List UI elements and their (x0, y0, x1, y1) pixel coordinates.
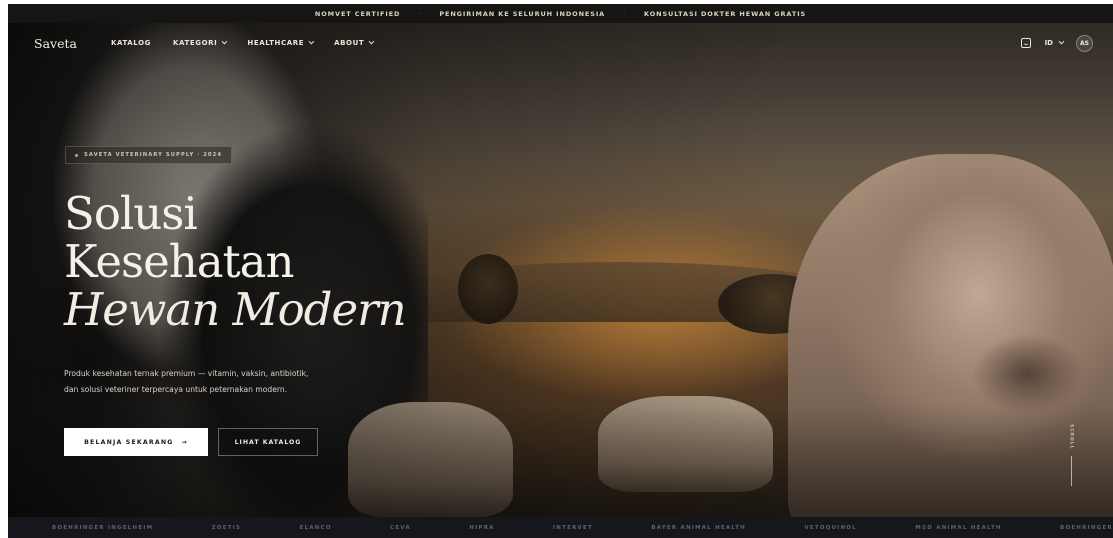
scroll-line (1070, 455, 1072, 486)
shop-now-button[interactable]: BELANJA SEKARANG → (64, 428, 208, 456)
nav-link-katalog[interactable]: KATALOG (111, 39, 151, 47)
announcement-item: KONSULTASI DOKTER HEWAN GRATIS (644, 9, 807, 18)
badge-dot-icon (75, 153, 78, 157)
brand-name: MSD ANIMAL HEALTH (915, 524, 1002, 531)
brand-logo[interactable]: Saveta (34, 36, 77, 51)
shopping-bag-icon[interactable] (1020, 38, 1031, 48)
nav-link-label: KATALOG (110, 39, 152, 47)
nav-link-kategori[interactable]: KATEGORI (173, 38, 228, 47)
announcement-bar: NOMVET CERTIFIED · PENGIRIMAN KE SELURUH… (8, 4, 1113, 23)
brand-name: ZOETIS (211, 524, 242, 531)
language-selector[interactable]: ID (1044, 38, 1065, 47)
hero-title-line-italic: Hewan Modern (64, 283, 407, 336)
brand-name: VETOQUINOL (804, 524, 858, 531)
language-label: ID (1044, 39, 1053, 47)
nav-link-about[interactable]: ABOUT (334, 38, 375, 47)
brand-name: ELANCO (299, 524, 332, 531)
nav-actions: ID AS (1020, 34, 1093, 52)
brand-name: HIPRA (469, 524, 495, 531)
nav-link-label: HEALTHCARE (247, 39, 305, 47)
hero-description: Produk kesehatan ternak premium — vitami… (64, 366, 364, 398)
nav-link-label: KATEGORI (173, 39, 218, 47)
announcement-item: PENGIRIMAN KE SELURUH INDONESIA (439, 9, 606, 18)
nav-menu: KATALOG KATEGORI HEALTHCARE ABOUT (111, 38, 375, 47)
hero-title-line: Kesehatan (64, 235, 294, 288)
brand-name: BOEHRINGER (1060, 524, 1113, 531)
shop-now-label: BELANJA SEKARANG (84, 438, 174, 446)
announcement-separator: · (623, 9, 627, 18)
navbar: Saveta KATALOG KATEGORI HEALTHCARE ABOUT… (8, 23, 1113, 63)
chevron-down-icon (1058, 38, 1065, 45)
page-frame: NOMVET CERTIFIED · PENGIRIMAN KE SELURUH… (8, 4, 1113, 538)
hero-title: Solusi Kesehatan Hewan Modern (64, 187, 407, 336)
brands-strip: BOEHRINGER INGELHEIM ZOETIS ELANCO CEVA … (8, 517, 1113, 538)
nav-link-label: ABOUT (334, 39, 365, 47)
hero-title-line: Solusi (64, 187, 198, 240)
nav-link-healthcare[interactable]: HEALTHCARE (247, 38, 315, 47)
brand-name: BAYER ANIMAL HEALTH (651, 524, 747, 531)
arrow-right-icon: → (181, 438, 188, 446)
brand-name: CEVA (390, 524, 411, 531)
chevron-down-icon (308, 38, 315, 45)
chevron-down-icon (221, 38, 228, 45)
scroll-indicator[interactable]: SCROLL (1066, 424, 1076, 499)
hero-description-line: Produk kesehatan ternak premium — vitami… (64, 369, 309, 378)
hero-badge: SAVETA VETERINARY SUPPLY · 2024 (65, 146, 233, 164)
brand-name: INTERVET (553, 524, 593, 531)
chevron-down-icon (368, 38, 375, 45)
announcement-item: NOMVET CERTIFIED (314, 9, 401, 18)
user-avatar[interactable]: AS (1076, 34, 1093, 52)
announcement-separator: · (418, 9, 422, 18)
hero-description-line: dan solusi veteriner terpercaya untuk pe… (64, 385, 288, 394)
hero-badge-text: SAVETA VETERINARY SUPPLY · 2024 (84, 152, 223, 158)
scroll-label: SCROLL (1068, 424, 1074, 450)
view-catalog-button[interactable]: LIHAT KATALOG (218, 428, 318, 456)
brand-name: BOEHRINGER INGELHEIM (52, 524, 154, 531)
